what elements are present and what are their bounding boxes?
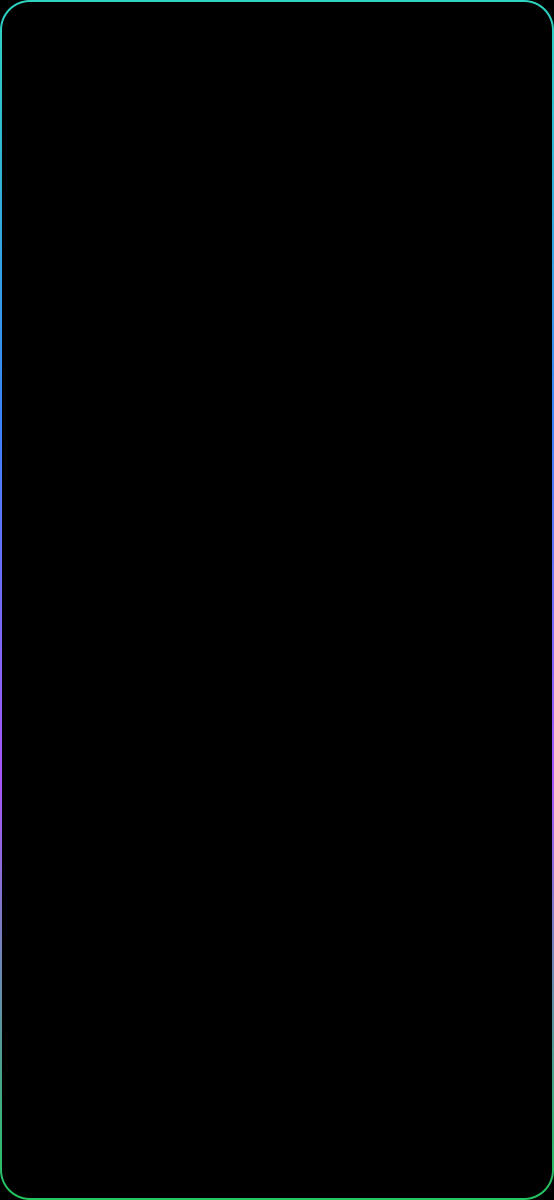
back-button[interactable] xyxy=(17,54,73,110)
list-item-date-requested: 01/10/2026 1:26 pm Date Requested xyxy=(35,897,535,1001)
open-callsign-button[interactable] xyxy=(475,793,535,847)
output-tone-label: Output Tone xyxy=(155,537,253,558)
arrow-left-icon xyxy=(35,73,55,91)
notification-icons xyxy=(82,18,170,36)
callsign-value: WSKX702 xyxy=(155,819,252,843)
logout-arrow-icon xyxy=(84,521,109,545)
licensee-name-label: Licensee Name xyxy=(155,641,281,662)
avatar-line-1: WSKX xyxy=(73,723,119,741)
chevron-left-icon xyxy=(453,1152,466,1176)
output-tone-value: 131 DPL xyxy=(155,507,237,531)
group-icon xyxy=(78,1044,112,1063)
family-members-value: 2 Total xyxy=(155,1027,217,1051)
date-requested-value: 01/10/2026 1:26 pm xyxy=(155,923,342,947)
battery-indicator: 52 xyxy=(499,17,531,37)
frequency-label: Frequency xyxy=(155,329,241,350)
page-url: https://mygmrs.com/profile/reques xyxy=(121,85,378,104)
browser-menu-button[interactable] xyxy=(501,54,551,110)
request-details-dialog: Blue Mt 625 Repeater Name FM 462.625 MHz… xyxy=(35,163,535,1123)
username-label: Username xyxy=(145,745,229,766)
wifi-icon xyxy=(444,20,464,35)
recent-apps-button[interactable] xyxy=(54,1131,134,1197)
fm-icon: FM xyxy=(80,315,110,335)
open-external-icon xyxy=(496,723,514,741)
calendar-icon xyxy=(82,935,108,963)
login-arrow-icon xyxy=(83,417,107,441)
share-button[interactable] xyxy=(451,54,501,110)
open-profile-button[interactable] xyxy=(475,689,535,743)
home-button[interactable] xyxy=(237,1131,317,1197)
share-icon xyxy=(466,71,486,93)
hamburger-menu-icon[interactable] xyxy=(25,144,55,164)
list-item-input-tone: 131 DPL Input Tone xyxy=(35,377,535,481)
screen: 15:08 52 My Requests - myGMRS.com https:… xyxy=(3,3,551,1197)
address-bar[interactable]: My Requests - myGMRS.com https://mygmrs.… xyxy=(109,59,451,105)
list-item-username[interactable]: WSKX 702 Rossjohna Username xyxy=(35,689,535,793)
list-item-licensee-name: Ross, John A Licensee Name xyxy=(35,585,535,689)
list-item-output-tone: 131 DPL Output Tone xyxy=(35,481,535,585)
list-item-family-members: 2 Total Family Members xyxy=(35,1001,535,1105)
browser-toolbar: My Requests - myGMRS.com https://mygmrs.… xyxy=(3,51,551,113)
input-tone-value: 131 DPL xyxy=(155,403,237,427)
chat-bubble-icon xyxy=(83,20,99,34)
asterisk-icon xyxy=(108,19,125,35)
username-value: Rossjohna xyxy=(145,715,245,739)
status-bar: 15:08 52 xyxy=(3,3,551,51)
more-vert-icon xyxy=(523,71,529,93)
lock-icon xyxy=(83,72,99,93)
open-external-icon xyxy=(496,827,514,845)
system-nav-bar xyxy=(3,1131,551,1197)
family-members-label: Family Members xyxy=(155,1057,289,1078)
signal-icon xyxy=(475,18,491,35)
list-item-callsign[interactable]: WSKX702 Callsign xyxy=(35,793,535,897)
license-card-icon xyxy=(82,834,108,856)
date-requested-label: Date Requested xyxy=(155,953,286,974)
person-icon xyxy=(85,627,105,648)
avatar: WSKX 702 xyxy=(67,712,125,770)
status-time: 15:08 xyxy=(23,16,72,37)
page-title: My Requests - myGMRS.com xyxy=(121,59,399,82)
site-security-button[interactable] xyxy=(73,54,109,110)
list-item-repeater-name: Blue Mt 625 Repeater Name xyxy=(35,169,535,273)
home-icon xyxy=(264,1151,290,1177)
page-card xyxy=(17,365,37,457)
dot-icon xyxy=(161,24,168,30)
repeater-name-label: Repeater Name xyxy=(155,225,283,246)
frequency-value: 462.625 MHz xyxy=(155,299,280,323)
back-nav-button[interactable] xyxy=(420,1131,500,1197)
input-tone-label: Input Tone xyxy=(155,433,239,454)
avatar-line-2: 702 xyxy=(83,741,109,758)
recent-apps-icon xyxy=(84,1154,105,1174)
licensee-name-value: Ross, John A xyxy=(155,611,279,635)
list-item-frequency: FM 462.625 MHz Frequency xyxy=(35,273,535,377)
callsign-label: Callsign xyxy=(155,849,220,870)
card-text-icon xyxy=(80,209,110,233)
repeater-name-value: Blue Mt 625 xyxy=(155,195,268,219)
chrome-icon xyxy=(135,19,151,35)
